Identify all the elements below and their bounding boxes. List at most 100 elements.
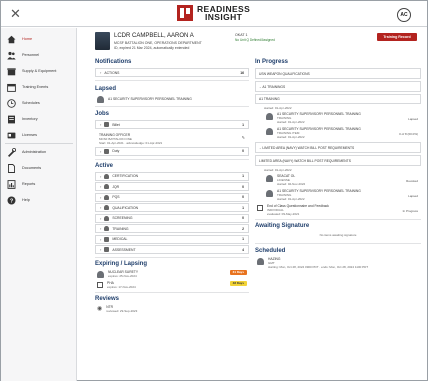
progress-item-eoc[interactable]: End of Class Questionnaire and Feedback … <box>255 204 421 216</box>
sidebar-item-training-events[interactable]: Training Events <box>7 81 73 93</box>
sidebar-item-documents[interactable]: Documents <box>7 162 73 174</box>
sidebar: Home Personnel Supply & Equipment Traini… <box>1 28 77 381</box>
actions-label: ACTIONS <box>104 70 120 75</box>
sidebar-item-label: Personnel <box>22 53 40 57</box>
progress-item-sup2[interactable]: A1 SECURITY SUPERVISORY PERSONNEL TRAINI… <box>264 127 421 139</box>
duty-icon <box>104 148 110 154</box>
report-icon <box>7 179 16 189</box>
row-count: 2 <box>242 226 244 231</box>
app-logo: READINESS INSIGHT <box>177 5 250 21</box>
user-avatar-button[interactable]: AC <box>397 8 411 22</box>
days-badge: 48 Days <box>229 281 247 286</box>
sidebar-item-label: Reports <box>22 182 36 186</box>
row-label: JQR <box>112 184 120 189</box>
sidebar-item-help[interactable]: ? Help <box>7 194 73 206</box>
lapsed-item[interactable]: A1 SECURITY SUPERVISORY PERSONNEL TRAINI… <box>95 95 249 103</box>
a1-trainings-row[interactable]: ⌄ A1 TRAININGS <box>255 81 421 92</box>
sidebar-item-label: Schedules <box>22 101 40 105</box>
item-status: Revoked <box>406 179 418 183</box>
box-icon <box>7 67 16 76</box>
review-item-ntr[interactable]: ◉ NTR reviewed: 29-Sep-2023 <box>95 305 249 313</box>
limited-area-row-2[interactable]: LIMITED AREA (NAVY) WATCH BILL POST REQU… <box>255 155 421 166</box>
admin-icon <box>7 147 16 157</box>
billet-icon <box>104 122 110 127</box>
sidebar-item-schedules[interactable]: Schedules <box>7 97 73 109</box>
logo-mark-icon <box>177 5 193 21</box>
awaiting-title: Awaiting Signature <box>255 223 310 229</box>
billet-row[interactable]: › Billet 1 <box>95 120 249 129</box>
left-column: Notifications › ACTIONS 16 Lapsed A1 SEC… <box>95 59 249 316</box>
lapsed-item-label: A1 SECURITY SUPERVISORY PERSONNEL TRAINI… <box>108 97 192 101</box>
person-icon <box>257 258 264 265</box>
item-status: Lapsed <box>408 194 418 198</box>
sidebar-item-reports[interactable]: Reports <box>7 178 73 190</box>
item-status: In Progress <box>402 209 418 213</box>
review-item-date: reviewed: 29-Sep-2023 <box>106 309 138 313</box>
divider <box>95 158 249 160</box>
active-row-training[interactable]: › TRAINING 2 <box>95 224 249 233</box>
active-row-jqr[interactable]: › JQR 0 <box>95 182 249 191</box>
item-status: 0 of 8 (00.0%) <box>399 132 418 136</box>
sidebar-item-label: Help <box>22 198 30 202</box>
sidebar-item-label: Home <box>22 37 33 41</box>
expiring-item-pha[interactable]: PHA expires: 17-Nov-2024 48 Days <box>95 281 249 289</box>
sidebar-divider <box>5 143 73 144</box>
sidebar-item-administration[interactable]: Administration <box>7 146 73 158</box>
sidebar-item-home[interactable]: Home <box>7 33 73 45</box>
row-count: 1 <box>242 205 244 210</box>
survey-icon <box>257 205 263 211</box>
chevron-right-icon: › <box>100 205 102 210</box>
training-record-button[interactable]: Training Record <box>377 33 417 41</box>
help-icon: ? <box>7 196 16 205</box>
sidebar-item-inventory[interactable]: Inventory <box>7 113 73 125</box>
duty-row[interactable]: › Duty 0 <box>95 146 249 156</box>
progress-item-sup1[interactable]: A1 SECURITY SUPERVISORY PERSONNEL TRAINI… <box>264 112 421 124</box>
logo-line-2: INSIGHT <box>204 12 243 22</box>
expiring-item-nuclear[interactable]: NUCLEAR SURETY expires: 25-Nov-2024 31 D… <box>95 270 249 278</box>
right-column: In Progress USN WEAPON QUALIFICATIONS ⌄ … <box>255 59 421 272</box>
active-row-qualification[interactable]: › QUALIFICATION 1 <box>95 203 249 212</box>
progress-item-seacat[interactable]: SEACAT OL LICENSE started: 02-Nov-2022 R… <box>264 174 421 186</box>
calendar-icon <box>7 83 16 92</box>
sidebar-item-personnel[interactable]: Personnel <box>7 49 73 61</box>
divider <box>95 292 249 293</box>
scheduled-item-hazing[interactable]: HAZING GMT starting: Mon, Oct 28, 2024 0… <box>255 257 421 269</box>
sidebar-item-supply[interactable]: Supply & Equipment <box>7 65 73 77</box>
actions-row[interactable]: › ACTIONS 16 <box>95 68 249 77</box>
person-icon <box>104 205 110 210</box>
profile-name: LCDR CAMPBELL, AARON A <box>114 33 194 39</box>
limited-area-label: LIMITED AREA (NAVY) WATCH BILL POST REQU… <box>259 159 351 163</box>
active-row-certification[interactable]: › CERTIFICATION 1 <box>95 171 249 181</box>
eye-icon: ◉ <box>97 306 103 312</box>
app-window: ✕ READINESS INSIGHT AC Home Personnel Su… <box>0 0 428 381</box>
expiring-title: Expiring / Lapsing <box>95 261 148 267</box>
progress-item-sup3[interactable]: A1 SECURITY SUPERVISORY PERSONNEL TRAINI… <box>264 189 421 201</box>
edit-icon[interactable]: ✎ <box>242 135 245 140</box>
limited-area-row-1[interactable]: ⌄ LIMITED AREA (NAVY) WATCH BILL POST RE… <box>255 142 421 153</box>
person-icon <box>104 184 110 189</box>
chevron-right-icon: › <box>100 226 102 231</box>
close-icon[interactable]: ✕ <box>10 7 21 20</box>
divider <box>255 219 421 220</box>
person-icon <box>266 175 273 182</box>
row-count: 0 <box>242 184 244 189</box>
usn-weapon-row[interactable]: USN WEAPON QUALIFICATIONS <box>255 68 421 79</box>
clock-icon <box>7 98 16 108</box>
active-row-medical[interactable]: › MEDICAL 1 <box>95 234 249 244</box>
sidebar-item-licenses[interactable]: Licenses <box>7 129 73 141</box>
actions-count: 16 <box>240 70 244 75</box>
active-row-pqs[interactable]: › PQS 0 <box>95 192 249 202</box>
sidebar-item-label: Training Events <box>22 85 49 89</box>
active-row-assessment[interactable]: › ASSESSMENT 4 <box>95 245 249 254</box>
person-icon <box>104 215 110 221</box>
a1-training-row[interactable]: A1 TRAINING <box>255 94 421 104</box>
divider <box>95 257 249 258</box>
jobs-title: Jobs <box>95 111 110 117</box>
row-count: 1 <box>242 174 244 178</box>
row-label: PQS <box>112 195 120 199</box>
chevron-right-icon: › <box>100 122 102 127</box>
limited-area-started: started: 01-Apr-2022 <box>264 168 292 172</box>
scheduled-item-dates: starting: Mon, Oct 28, 2024 0900 PDT · e… <box>268 265 369 269</box>
active-row-screening[interactable]: › SCREENING 0 <box>95 213 249 223</box>
item-started: started: 01-Apr-2022 <box>277 120 305 124</box>
